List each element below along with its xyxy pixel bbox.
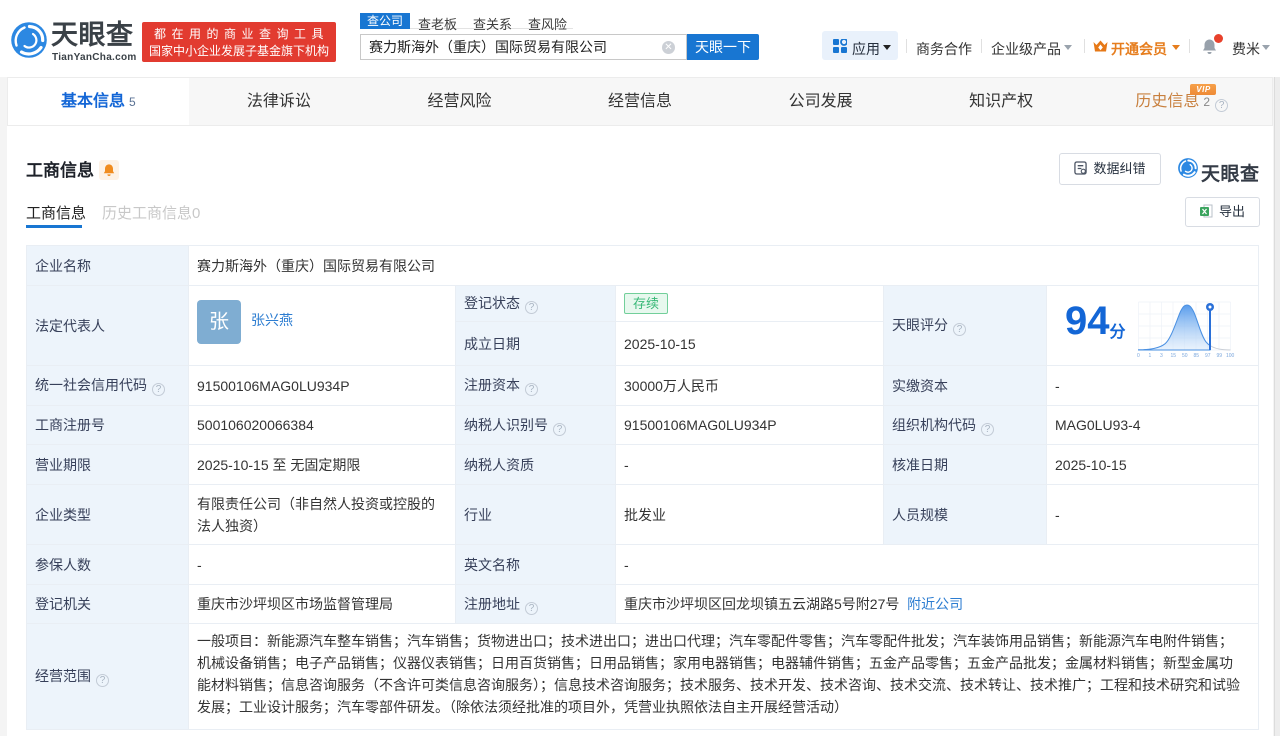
svg-text:3: 3 — [1160, 353, 1163, 359]
svg-text:100: 100 — [1226, 353, 1235, 359]
svg-text:50: 50 — [1182, 353, 1188, 359]
svg-text:0: 0 — [1137, 353, 1140, 359]
svg-text:85: 85 — [1193, 353, 1199, 359]
svg-text:15: 15 — [1170, 353, 1176, 359]
svg-text:97: 97 — [1205, 353, 1211, 359]
svg-text:1: 1 — [1148, 353, 1151, 359]
svg-text:99: 99 — [1216, 353, 1222, 359]
